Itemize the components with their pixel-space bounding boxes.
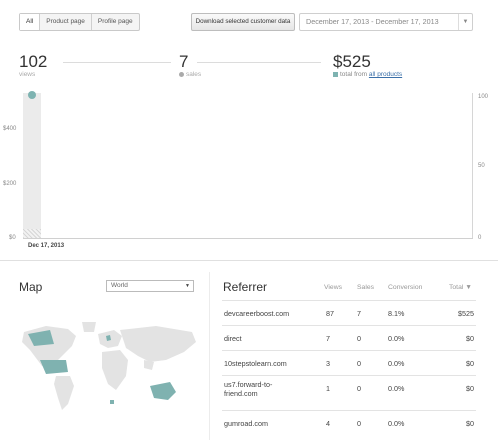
table-row: gumroad.com 4 0 0.0% $0 bbox=[222, 410, 476, 434]
sales-dot-icon bbox=[179, 71, 184, 77]
date-range-value: December 17, 2013 - December 17, 2013 bbox=[306, 17, 439, 26]
col-header-views[interactable]: Views bbox=[324, 284, 342, 291]
referrer-name: gumroad.com bbox=[224, 419, 268, 428]
referrer-name: 10stepstolearn.com bbox=[224, 359, 287, 368]
world-map bbox=[22, 322, 196, 410]
revenue-label-text: total from bbox=[340, 71, 369, 78]
map-region-select[interactable]: World ▼ bbox=[106, 280, 194, 292]
map-title: Map bbox=[19, 280, 43, 294]
col-header-conversion[interactable]: Conversion bbox=[388, 284, 422, 291]
download-customer-data-button[interactable]: Download selected customer data bbox=[191, 13, 295, 31]
chevron-down-icon: ▼ bbox=[458, 14, 472, 30]
left-axis-tick: $400 bbox=[3, 126, 17, 132]
usa-region[interactable] bbox=[40, 360, 68, 374]
tab-all[interactable]: All bbox=[20, 14, 40, 30]
africa bbox=[102, 350, 128, 390]
table-row: 10stepstolearn.com 3 0 0.0% $0 bbox=[222, 350, 476, 374]
table-row: devcareerboost.com 87 7 8.1% $525 bbox=[222, 300, 476, 324]
right-axis-line bbox=[472, 93, 473, 238]
right-axis-tick: 50 bbox=[478, 163, 485, 169]
chevron-down-icon: ▼ bbox=[185, 283, 190, 289]
col-header-total[interactable]: Total ▼ bbox=[449, 284, 472, 291]
sales-label: sales bbox=[179, 71, 201, 78]
asia bbox=[120, 326, 196, 362]
south-africa-region[interactable] bbox=[110, 400, 114, 404]
referrer-conversion: 0.0% bbox=[388, 384, 405, 393]
all-products-link[interactable]: all products bbox=[369, 71, 402, 78]
referrer-conversion: 0.0% bbox=[388, 359, 405, 368]
column-divider bbox=[209, 272, 210, 440]
referrer-sales: 0 bbox=[357, 334, 361, 343]
referrer-name: direct bbox=[224, 334, 242, 343]
date-range-select[interactable]: December 17, 2013 - December 17, 2013 ▼ bbox=[299, 13, 473, 31]
referrer-views: 4 bbox=[326, 419, 330, 428]
revenue-bar bbox=[23, 229, 41, 238]
tab-product-page[interactable]: Product page bbox=[39, 14, 91, 30]
views-label: views bbox=[19, 71, 36, 78]
referrer-views: 1 bbox=[326, 384, 330, 393]
referrer-title: Referrer bbox=[223, 280, 268, 294]
referrer-name-line: us7.forward-to- bbox=[224, 380, 273, 389]
revenue-square-icon bbox=[333, 71, 338, 77]
referrer-name-line: friend.com bbox=[224, 389, 258, 398]
col-header-sales[interactable]: Sales bbox=[357, 284, 374, 291]
right-axis-tick: 0 bbox=[478, 235, 482, 241]
sales-label-text: sales bbox=[186, 71, 202, 78]
left-axis-tick: $200 bbox=[3, 181, 17, 187]
table-row: direct 7 0 0.0% $0 bbox=[222, 325, 476, 349]
revenue-total: $525 bbox=[333, 52, 371, 71]
referrer-sales: 0 bbox=[357, 419, 361, 428]
x-tick-label: Dec 17, 2013 bbox=[28, 243, 65, 249]
referrer-total: $0 bbox=[466, 334, 474, 343]
tab-profile-page[interactable]: Profile page bbox=[90, 14, 139, 30]
referrer-sales: 7 bbox=[357, 309, 361, 318]
sales-count: 7 bbox=[179, 52, 189, 71]
referrer-sales: 0 bbox=[357, 359, 361, 368]
referrer-views: 3 bbox=[326, 359, 330, 368]
referrer-name: devcareerboost.com bbox=[224, 309, 290, 318]
greenland bbox=[82, 322, 96, 332]
referrer-total: $0 bbox=[466, 384, 474, 393]
referrer-conversion: 0.0% bbox=[388, 334, 405, 343]
views-point[interactable] bbox=[28, 91, 36, 99]
table-row: us7.forward-to-friend.com 1 0 0.0% $0 bbox=[222, 375, 476, 403]
section-divider bbox=[0, 260, 498, 261]
referrer-sales: 0 bbox=[357, 384, 361, 393]
views-count: 102 bbox=[19, 52, 48, 71]
referrer-conversion: 0.0% bbox=[388, 419, 405, 428]
page-filter-tabs: All Product page Profile page bbox=[19, 13, 140, 31]
map-region-value: World bbox=[111, 282, 128, 289]
referrer-conversion: 8.1% bbox=[388, 309, 405, 318]
selected-day-column[interactable] bbox=[23, 93, 41, 238]
referrer-views: 87 bbox=[326, 309, 334, 318]
referrer-name: us7.forward-to-friend.com bbox=[224, 380, 272, 398]
south-america bbox=[54, 376, 74, 410]
australia-region[interactable] bbox=[150, 382, 176, 400]
referrer-total: $0 bbox=[466, 359, 474, 368]
right-axis-tick: 100 bbox=[478, 94, 489, 100]
referrer-views: 7 bbox=[326, 334, 330, 343]
referrer-total: $0 bbox=[466, 419, 474, 428]
x-axis-line bbox=[23, 238, 473, 239]
stat-divider bbox=[197, 62, 321, 63]
stat-divider bbox=[63, 62, 171, 63]
left-axis-tick: $0 bbox=[9, 235, 16, 241]
referrer-total: $525 bbox=[458, 309, 474, 318]
revenue-label: total from all products bbox=[333, 71, 402, 78]
